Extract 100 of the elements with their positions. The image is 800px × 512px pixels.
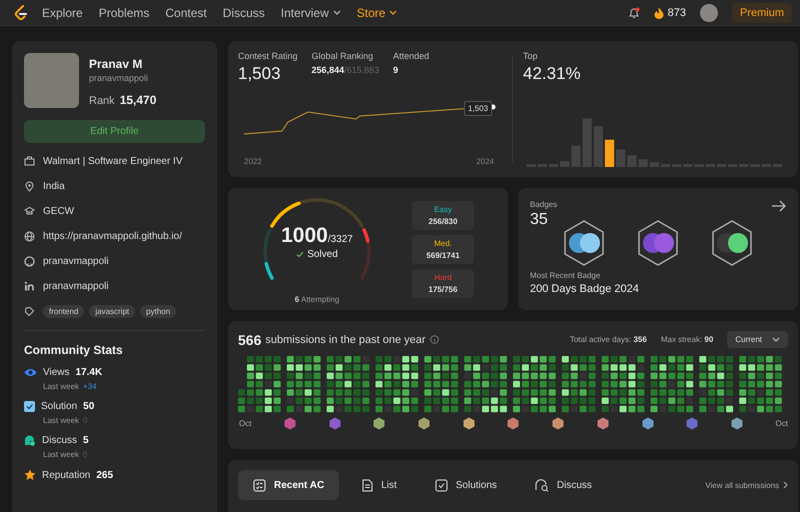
skill-tag: frontend — [43, 304, 84, 318]
arrow-right-icon[interactable] — [771, 200, 786, 212]
check-square-icon — [434, 478, 448, 492]
attended-count: 9 — [393, 65, 400, 75]
profile-detail[interactable]: https://pranavmappoli.github.io/ — [43, 230, 182, 242]
profile-detail: Walmart | Software Engineer IV — [43, 156, 183, 166]
chevron-right-icon — [783, 481, 788, 489]
tab[interactable]: List — [347, 470, 412, 500]
stat-value: 50 — [83, 401, 94, 412]
location-pin-icon — [24, 180, 35, 192]
caret-icon — [332, 10, 341, 15]
eye-icon — [24, 368, 37, 377]
stat-label: Attended — [393, 51, 430, 61]
bell-icon[interactable] — [628, 6, 640, 18]
histogram-bar — [604, 140, 614, 167]
check-icon — [296, 251, 304, 258]
checkbox-icon — [24, 401, 35, 412]
stat-value: 5 — [83, 435, 89, 446]
badge-icon — [636, 219, 680, 267]
stat-value: 265 — [96, 470, 114, 480]
star-icon — [24, 469, 36, 481]
premium-button[interactable]: Premium — [732, 2, 792, 22]
photo-placeholder — [24, 53, 79, 108]
histogram-bar — [560, 161, 570, 167]
flame-icon — [654, 6, 664, 18]
badge-icon — [562, 219, 606, 267]
submission-count: 566 — [238, 332, 262, 348]
profile-detail: pranavmappoli — [43, 256, 109, 266]
solved-label: Solved — [307, 249, 338, 260]
profile-detail: GECW — [43, 206, 74, 216]
tag-icon — [24, 306, 35, 316]
checklist-icon — [253, 478, 266, 492]
month-label: Oct — [776, 419, 788, 428]
nav-link[interactable]: Discuss — [222, 6, 265, 20]
stat-label: Global Ranking — [312, 51, 374, 61]
recent-badge-name: 200 Days Badge 2024 — [530, 283, 640, 295]
tab[interactable]: Solutions — [420, 470, 512, 500]
histogram-bar — [594, 126, 603, 167]
stat-label: Views — [43, 367, 70, 378]
attempting-text: 6 Attempting — [294, 295, 340, 304]
nav-link[interactable]: Store — [356, 6, 398, 20]
histogram-bar — [616, 149, 626, 167]
active-days: Total active days: 356 — [570, 335, 647, 344]
briefcase-icon — [24, 156, 35, 166]
nav-link[interactable]: Contest — [165, 6, 207, 20]
histogram-bar — [582, 118, 592, 167]
axis-label: 2024 — [476, 157, 494, 166]
difficulty-stat: Med. 569/1741 — [412, 234, 474, 264]
total-count: /3327 — [328, 234, 353, 245]
profile-detail: India — [43, 180, 65, 192]
contest-rating: 1,503 — [238, 64, 282, 84]
skill-tag: python — [140, 304, 176, 318]
github-icon — [24, 256, 35, 266]
streak-count: 873 — [668, 6, 686, 18]
histogram-bar — [571, 146, 581, 167]
nav-link[interactable]: Interview — [280, 6, 341, 20]
section-title: Community Stats — [24, 343, 124, 357]
rank-value: 15,470 — [120, 93, 156, 107]
graduation-cap-icon — [24, 206, 35, 216]
difficulty-stat: Easy 256/830 — [412, 200, 474, 230]
logo-icon — [14, 4, 28, 20]
tab[interactable]: Discuss — [520, 470, 607, 500]
badges-count: 35 — [530, 211, 548, 229]
axis-label: 2022 — [244, 157, 262, 166]
chat-search-icon — [534, 478, 549, 492]
week-label: Last week — [43, 416, 80, 425]
nav-link[interactable]: Explore — [42, 6, 83, 20]
submissions-caption: submissions in the past one year — [265, 334, 426, 346]
top-percentage: 42.31% — [523, 64, 582, 84]
stat-value: 17.4K — [76, 367, 102, 378]
tab[interactable]: Recent AC — [238, 470, 340, 500]
week-label: Last week — [43, 382, 80, 391]
skill-tag: javascript — [89, 304, 136, 318]
user-name: Pranav M — [89, 57, 144, 71]
caret-icon — [389, 10, 398, 15]
globe-icon — [24, 230, 35, 242]
recent-badge-label: Most Recent Badge — [530, 271, 602, 280]
profile-detail: pranavmappoli — [43, 280, 109, 292]
info-icon — [430, 335, 439, 344]
view-all-link[interactable]: View all submissions — [705, 470, 788, 500]
rank-label: Rank — [89, 95, 115, 107]
avatar-icon[interactable] — [700, 4, 718, 22]
max-streak: Max streak: 90 — [660, 335, 714, 344]
year-dropdown[interactable]: Current — [727, 331, 788, 348]
histogram-bar — [650, 162, 659, 167]
stat-label: Top — [523, 51, 539, 61]
edit-profile-button[interactable]: Edit Profile — [24, 120, 205, 143]
badge-icon — [710, 219, 754, 267]
stat-label: Reputation — [42, 470, 90, 480]
week-label: Last week — [43, 450, 80, 459]
week-change: +34 — [83, 382, 97, 391]
document-icon — [362, 478, 374, 492]
global-ranking: 256,844/615,883 — [312, 65, 380, 75]
badges-label: Badges — [530, 200, 558, 209]
rating-tooltip: 1,503 — [464, 101, 492, 116]
difficulty-stat: Hard 175/756 — [412, 268, 474, 298]
nav-link[interactable]: Problems — [98, 6, 150, 20]
month-label: Oct — [239, 419, 252, 428]
stat-label: Contest Rating — [238, 51, 298, 61]
caret-icon — [772, 337, 780, 342]
